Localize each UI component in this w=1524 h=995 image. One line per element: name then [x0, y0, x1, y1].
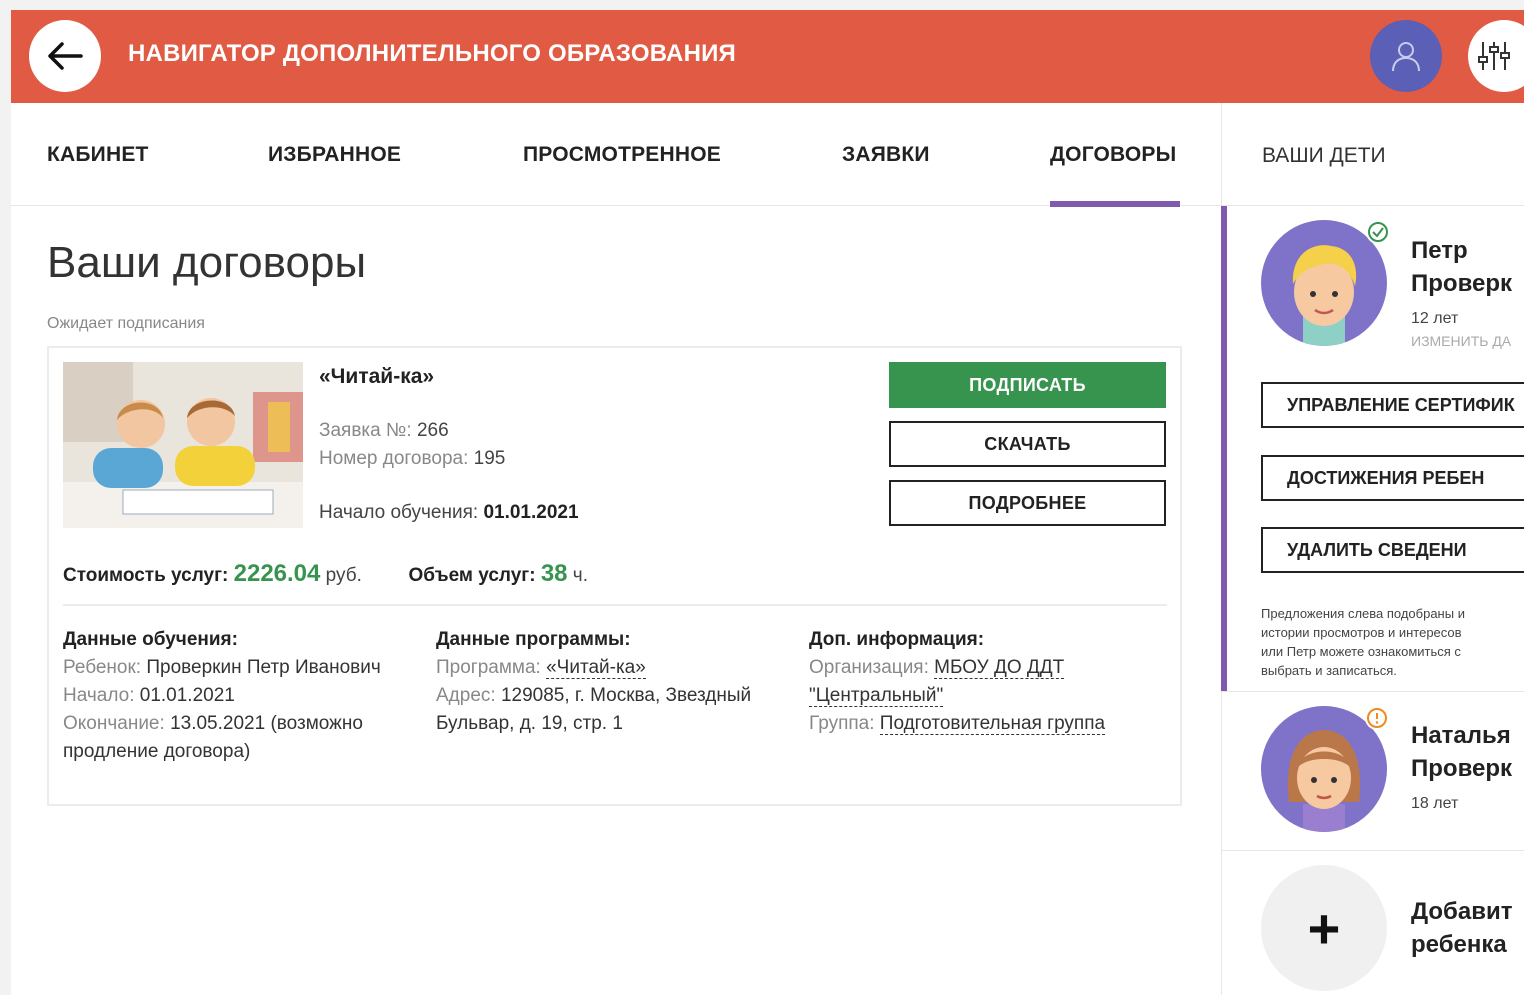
page-title: Ваши договоры	[47, 238, 367, 287]
group-link[interactable]: Подготовительная группа	[879, 713, 1106, 735]
child-first-name: Петр	[1411, 237, 1468, 264]
study-begin-label: Начало:	[63, 685, 135, 706]
org-label: Организация:	[809, 657, 929, 678]
download-button[interactable]: СКАЧАТЬ	[889, 421, 1166, 467]
study-start-label: Начало обучения:	[319, 502, 479, 523]
tab-cabinet[interactable]: КАБИНЕТ	[47, 143, 149, 167]
volume-value: 38	[540, 560, 568, 587]
extra-group: Группа: Подготовительная группа	[809, 710, 1169, 738]
volume-label: Объем услуг:	[408, 565, 536, 586]
back-button[interactable]	[29, 20, 101, 92]
volume-unit: ч.	[572, 565, 588, 586]
program-photo	[63, 362, 303, 528]
tab-requests[interactable]: ЗАЯВКИ	[842, 143, 930, 167]
edit-child-link[interactable]: ИЗМЕНИТЬ ДА	[1411, 333, 1511, 349]
study-begin: Начало: 01.01.2021	[63, 682, 413, 710]
child-card-petr[interactable]: Петр Проверк 12 лет ИЗМЕНИТЬ ДА УПРАВЛЕН…	[1221, 206, 1524, 691]
study-data: Данные обучения: Ребенок: Проверкин Петр…	[63, 626, 413, 766]
filter-button[interactable]	[1468, 20, 1524, 92]
contract-card: «Читай-ка» Заявка №: 266 Номер договора:…	[47, 346, 1182, 806]
child-name-natalya: Наталья Проверк	[1411, 719, 1512, 785]
sliders-icon	[1478, 42, 1510, 70]
add-child-line: Добавит	[1411, 898, 1513, 925]
recommendation-note: Предложения слева подобраны и истории пр…	[1261, 604, 1524, 680]
study-start-value: 01.01.2021	[483, 502, 579, 523]
child-name-petr: Петр Проверк	[1411, 234, 1512, 300]
extra-org: Организация: МБОУ ДО ДДТ "Центральный"	[809, 654, 1169, 710]
main-tabs: КАБИНЕТ ИЗБРАННОЕ ПРОСМОТРЕННОЕ ЗАЯВКИ Д…	[11, 103, 1221, 207]
child-last-name: Проверк	[1411, 755, 1513, 782]
note-line: выбрать и записаться.	[1261, 663, 1397, 678]
tab-favorites[interactable]: ИЗБРАННОЕ	[268, 143, 401, 167]
child-first-name: Наталья	[1411, 722, 1511, 749]
page: НАВИГАТОР ДОПОЛНИТЕЛЬНОГО ОБРАЗОВАНИЯ КА…	[11, 10, 1524, 995]
active-tab-indicator	[1050, 201, 1180, 207]
request-number: Заявка №: 266	[319, 420, 449, 442]
delete-info-button[interactable]: УДАЛИТЬ СВЕДЕНИ	[1261, 527, 1524, 573]
child-age: 12 лет	[1411, 310, 1459, 327]
user-button[interactable]	[1370, 20, 1442, 92]
plus-icon: +	[1261, 865, 1387, 991]
study-end: Окончание: 13.05.2021 (возможно продлени…	[63, 710, 413, 766]
address-label: Адрес:	[436, 685, 496, 706]
contract-value: 195	[473, 448, 506, 469]
study-data-title: Данные обучения:	[63, 629, 238, 650]
check-circle-icon	[1366, 220, 1390, 244]
achievements-button[interactable]: ДОСТИЖЕНИЯ РЕБЕН	[1261, 455, 1524, 501]
add-child-button[interactable]: + Добавит ребенка	[1221, 851, 1524, 995]
extra-info-title: Доп. информация:	[809, 629, 985, 650]
certificate-button[interactable]: УПРАВЛЕНИЕ СЕРТИФИК	[1261, 382, 1524, 428]
study-begin-value: 01.01.2021	[139, 685, 235, 706]
program-label: Программа:	[436, 657, 541, 678]
tab-viewed[interactable]: ПРОСМОТРЕННОЕ	[523, 143, 721, 167]
study-end-label: Окончание:	[63, 713, 165, 734]
study-child-label: Ребенок:	[63, 657, 142, 678]
card-divider	[63, 604, 1167, 606]
program-data-title: Данные программы:	[436, 629, 631, 650]
cost-value: 2226.04	[233, 560, 321, 587]
program-link[interactable]: «Читай-ка»	[546, 657, 646, 679]
add-child-line: ребенка	[1411, 931, 1507, 958]
program-address: Адрес: 129085, г. Москва, Звездный Бульв…	[436, 682, 796, 738]
tab-contracts[interactable]: ДОГОВОРЫ	[1050, 143, 1176, 167]
extra-info: Доп. информация: Организация: МБОУ ДО ДД…	[809, 626, 1169, 738]
cost-summary: Стоимость услуг: 2226.04 руб. Объем услу…	[63, 560, 588, 588]
note-line: Предложения слева подобраны и	[1261, 606, 1465, 621]
cost-unit: руб.	[325, 565, 362, 586]
section-subtitle: Ожидает подписания	[47, 315, 205, 332]
sign-button[interactable]: ПОДПИСАТЬ	[889, 362, 1166, 408]
contract-number: Номер договора: 195	[319, 448, 505, 470]
contract-label: Номер договора:	[319, 448, 469, 469]
note-line: или Петр можете ознакомиться с	[1261, 644, 1461, 659]
cost-label: Стоимость услуг:	[63, 565, 229, 586]
arrow-left-icon	[48, 42, 83, 70]
note-line: истории просмотров и интересов	[1261, 625, 1462, 640]
program-data: Данные программы: Программа: «Читай-ка» …	[436, 626, 796, 738]
exclamation-circle-icon	[1365, 706, 1389, 730]
program-program: Программа: «Читай-ка»	[436, 654, 796, 682]
child-last-name: Проверк	[1411, 270, 1513, 297]
sidebar-header: ВАШИ ДЕТИ	[1221, 103, 1524, 206]
user-icon	[1392, 42, 1420, 72]
study-child: Ребенок: Проверкин Петр Иванович	[63, 654, 413, 682]
sidebar-title: ВАШИ ДЕТИ	[1262, 144, 1386, 167]
request-value: 266	[416, 420, 449, 441]
program-name: «Читай-ка»	[319, 365, 435, 388]
group-label: Группа:	[809, 713, 875, 734]
study-start: Начало обучения: 01.01.2021	[319, 502, 579, 524]
study-child-value: Проверкин Петр Иванович	[146, 657, 381, 678]
app-title: НАВИГАТОР ДОПОЛНИТЕЛЬНОГО ОБРАЗОВАНИЯ	[128, 40, 737, 67]
app-header: НАВИГАТОР ДОПОЛНИТЕЛЬНОГО ОБРАЗОВАНИЯ	[11, 10, 1524, 103]
child-card-natalya[interactable]: Наталья Проверк 18 лет	[1221, 692, 1524, 850]
details-button[interactable]: ПОДРОБНЕЕ	[889, 480, 1166, 526]
add-child-label: Добавит ребенка	[1411, 895, 1512, 961]
request-label: Заявка №:	[319, 420, 412, 441]
child-age: 18 лет	[1411, 795, 1459, 812]
